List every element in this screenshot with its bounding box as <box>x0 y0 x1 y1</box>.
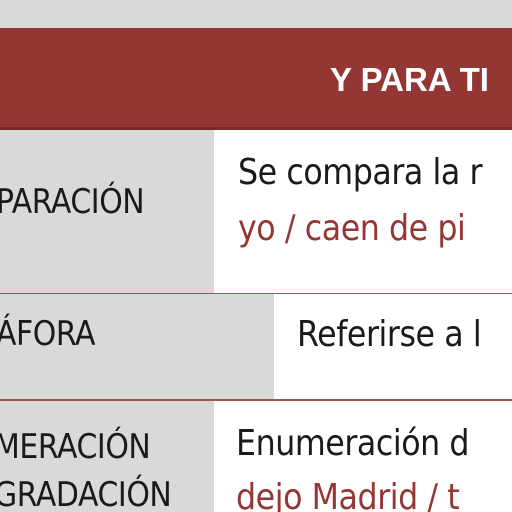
table-row: ÁFORA Referirse a l <box>0 294 512 399</box>
term-cell: MERACIÓN GRADACIÓN <box>0 401 214 512</box>
term-text: GRADACIÓN <box>0 475 172 512</box>
table-row: PARACIÓN Se compara la r yo / caen de pi <box>0 130 512 293</box>
term-cell: ÁFORA <box>0 294 274 399</box>
table-title: Y PARA TI <box>330 61 489 98</box>
example-text: dejo Madrid / t <box>236 477 460 512</box>
definition-cell: Enumeración d dejo Madrid / t <box>214 401 512 512</box>
term-text: ÁFORA <box>0 314 96 354</box>
term-cell: PARACIÓN <box>0 130 214 293</box>
example-text: yo / caen de pi <box>238 208 466 249</box>
table-row: MERACIÓN GRADACIÓN Enumeración d dejo Ma… <box>0 401 512 512</box>
definition-cell: Referirse a l <box>274 294 512 399</box>
term-text: MERACIÓN <box>0 427 151 467</box>
document-page: Y PARA TI PARACIÓN Se compara la r yo / … <box>0 0 512 512</box>
term-text: PARACIÓN <box>0 182 145 222</box>
definition-text: Enumeración d <box>236 423 470 464</box>
definition-text: Se compara la r <box>238 152 483 193</box>
definition-cell: Se compara la r yo / caen de pi <box>214 130 512 293</box>
top-strip <box>0 0 512 28</box>
definition-text: Referirse a l <box>297 314 482 355</box>
